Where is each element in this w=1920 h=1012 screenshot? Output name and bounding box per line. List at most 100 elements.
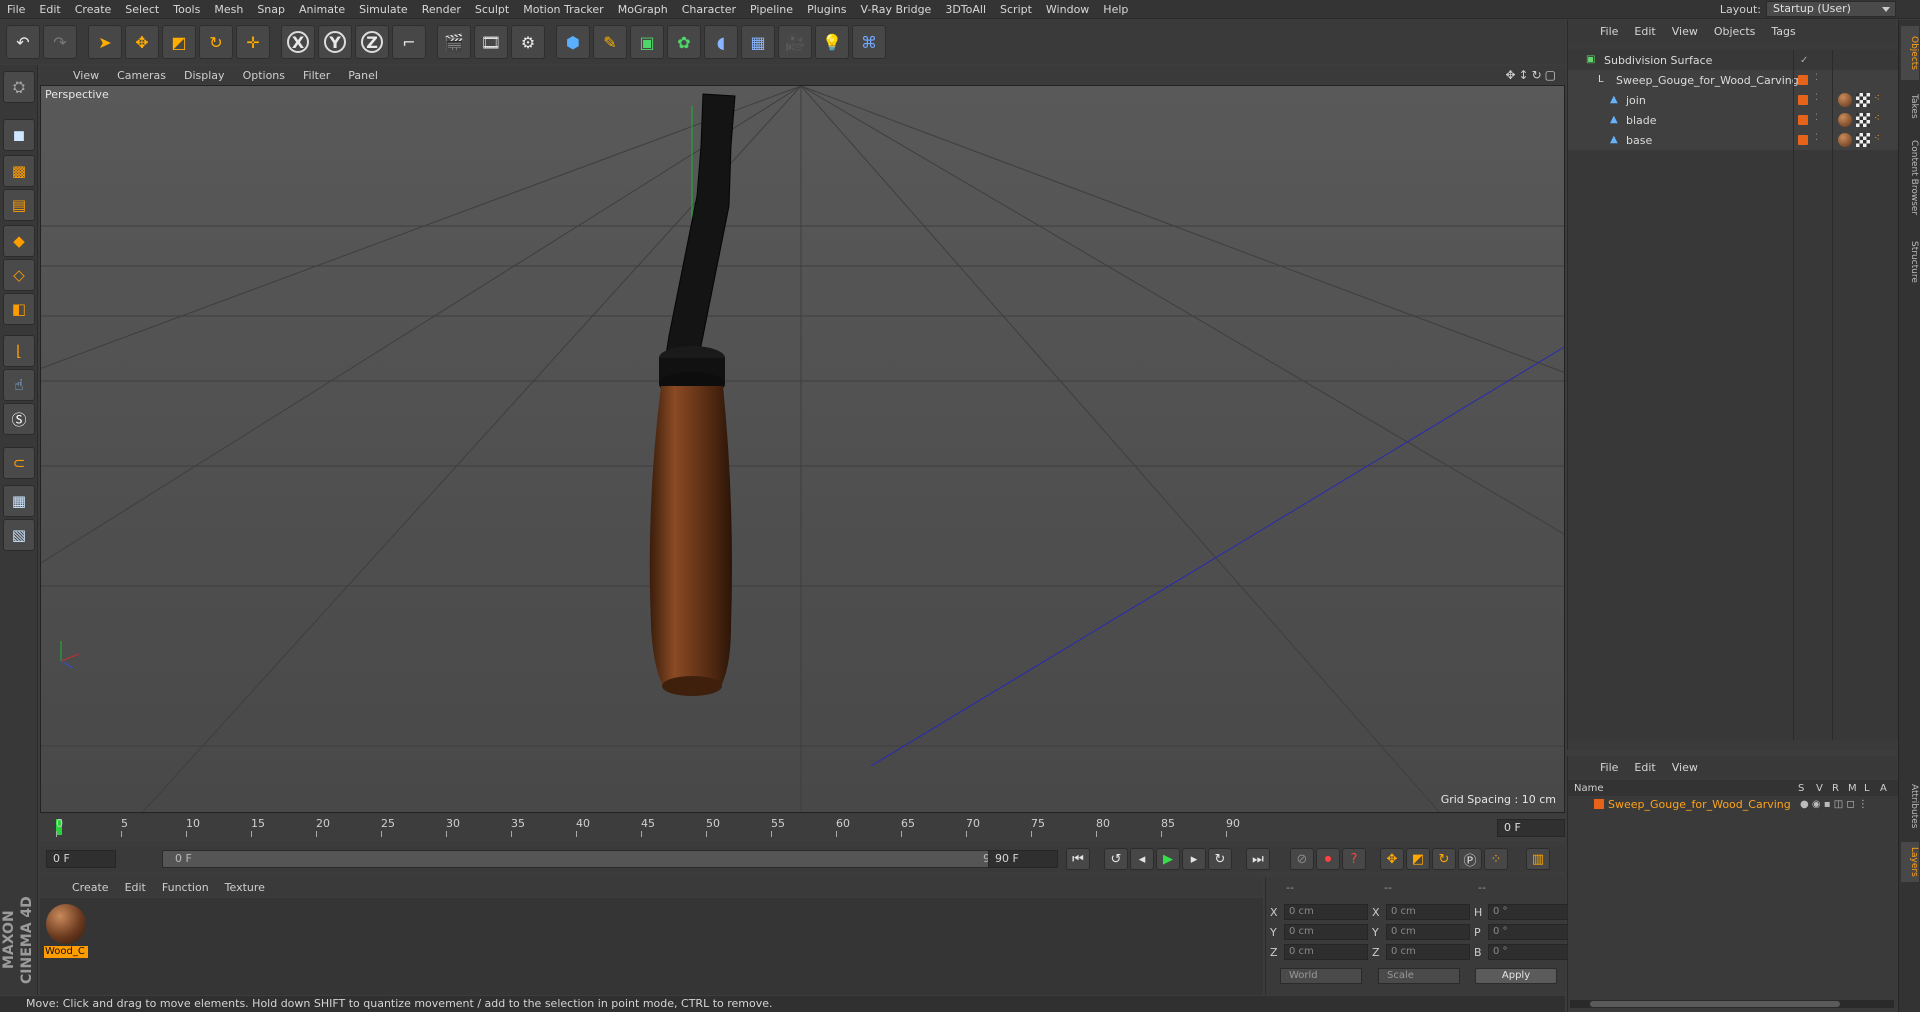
key-param-icon[interactable]: Ⓟ bbox=[1458, 848, 1482, 870]
layer-color-icon[interactable] bbox=[1594, 799, 1604, 809]
points-mode-icon[interactable]: ◆ bbox=[3, 225, 35, 257]
magnet-icon[interactable]: ⊂ bbox=[3, 447, 35, 479]
key-pla-icon[interactable]: ⁘ bbox=[1484, 848, 1508, 870]
visibility-dots-icon[interactable]: ⁚ bbox=[1815, 73, 1818, 83]
key-rotation-icon[interactable]: ↻ bbox=[1432, 848, 1456, 870]
pos-y-field[interactable]: 0 cm bbox=[1284, 924, 1368, 940]
rot-b-field[interactable]: 0 ° bbox=[1488, 944, 1572, 960]
goto-start-icon[interactable]: ⏮ bbox=[1066, 848, 1090, 870]
menu-script[interactable]: Script bbox=[993, 3, 1039, 16]
object-row[interactable]: ▲ blade ⁚ ⁖ bbox=[1568, 110, 1898, 130]
menu-create[interactable]: Create bbox=[68, 3, 119, 16]
menu-3dtoall[interactable]: 3DToAll bbox=[938, 3, 993, 16]
python-icon[interactable]: ⌘ bbox=[852, 25, 886, 59]
light-icon[interactable]: 💡 bbox=[815, 25, 849, 59]
record-keys-icon[interactable]: ⊘ bbox=[1290, 848, 1314, 870]
menu-window[interactable]: Window bbox=[1039, 3, 1096, 16]
menu-select[interactable]: Select bbox=[118, 3, 166, 16]
layer-menu-edit[interactable]: Edit bbox=[1626, 761, 1663, 774]
tab-objects[interactable]: Objects bbox=[1901, 26, 1919, 80]
layer-color-icon[interactable] bbox=[1798, 115, 1808, 125]
menu-simulate[interactable]: Simulate bbox=[352, 3, 415, 16]
coord-space-dropdown[interactable]: World bbox=[1280, 968, 1362, 984]
goto-end-icon[interactable]: ⏭ bbox=[1246, 848, 1270, 870]
menu-vray-bridge[interactable]: V-Ray Bridge bbox=[853, 3, 938, 16]
floor-icon[interactable]: ▦ bbox=[741, 25, 775, 59]
menu-mograph[interactable]: MoGraph bbox=[611, 3, 675, 16]
material-tag-icon[interactable] bbox=[1838, 93, 1852, 107]
pen-icon[interactable]: ✎ bbox=[593, 25, 627, 59]
viewport-nav-icons[interactable]: ✥↕↻▢ bbox=[1505, 68, 1559, 82]
vp-menu-display[interactable]: Display bbox=[175, 69, 234, 82]
key-scale-icon[interactable]: ◩ bbox=[1406, 848, 1430, 870]
frame-range-slider[interactable]: 0 F 90 F bbox=[162, 850, 1022, 868]
rotate-icon[interactable]: ↻ bbox=[199, 25, 233, 59]
tab-attributes[interactable]: Attributes bbox=[1901, 776, 1919, 836]
redo-icon[interactable]: ↷ bbox=[43, 25, 77, 59]
make-editable-icon[interactable]: ⛭ bbox=[3, 71, 35, 103]
cloner-icon[interactable]: ✿ bbox=[667, 25, 701, 59]
menu-motion-tracker[interactable]: Motion Tracker bbox=[516, 3, 610, 16]
loop-forward-icon[interactable]: ↻ bbox=[1208, 848, 1232, 870]
y-axis-icon[interactable]: Y bbox=[318, 25, 352, 59]
vp-menu-filter[interactable]: Filter bbox=[294, 69, 339, 82]
obj-menu-edit[interactable]: Edit bbox=[1626, 25, 1663, 38]
pos-x-field[interactable]: 0 cm bbox=[1284, 904, 1368, 920]
material-swatch[interactable]: Wood_C bbox=[44, 902, 88, 958]
coord-mode-dropdown[interactable]: Scale bbox=[1378, 968, 1460, 984]
tweak-mode-icon[interactable]: ☝ bbox=[3, 369, 35, 401]
transform-icon[interactable]: ✛ bbox=[236, 25, 270, 59]
layer-color-icon[interactable] bbox=[1798, 75, 1808, 85]
obj-menu-objects[interactable]: Objects bbox=[1706, 25, 1764, 38]
enabled-check-icon[interactable]: ✓ bbox=[1800, 55, 1808, 66]
snap-icon[interactable]: Ⓢ bbox=[3, 403, 35, 435]
key-help-icon[interactable]: ? bbox=[1342, 848, 1366, 870]
axis-mode-icon[interactable]: ⌊ bbox=[3, 335, 35, 367]
render-picture-icon[interactable]: 🎞 bbox=[474, 25, 508, 59]
select-arrow-icon[interactable]: ➤ bbox=[88, 25, 122, 59]
grid-lock-icon[interactable]: ▦ bbox=[3, 485, 35, 517]
model-mode-icon[interactable]: ◼ bbox=[3, 119, 35, 151]
size-x-field[interactable]: 0 cm bbox=[1386, 904, 1470, 920]
layer-menu-view[interactable]: View bbox=[1664, 761, 1706, 774]
vp-menu-cameras[interactable]: Cameras bbox=[108, 69, 175, 82]
object-row[interactable]: ▲ join ⁚ ⁖ bbox=[1568, 90, 1898, 110]
x-axis-icon[interactable]: X bbox=[281, 25, 315, 59]
cube-icon[interactable]: ⬢ bbox=[556, 25, 590, 59]
rot-h-field[interactable]: 0 ° bbox=[1488, 904, 1572, 920]
menu-mesh[interactable]: Mesh bbox=[207, 3, 250, 16]
end-frame-field[interactable]: 90 F bbox=[988, 850, 1058, 868]
menu-help[interactable]: Help bbox=[1096, 3, 1135, 16]
subdivision-icon[interactable]: ▣ bbox=[630, 25, 664, 59]
material-tag-icon[interactable] bbox=[1838, 133, 1852, 147]
viewport-perspective[interactable]: Perspective Grid Spacing : 10 cm bbox=[40, 85, 1565, 813]
menu-animate[interactable]: Animate bbox=[292, 3, 352, 16]
tab-takes[interactable]: Takes bbox=[1901, 86, 1919, 126]
obj-menu-view[interactable]: View bbox=[1664, 25, 1706, 38]
obj-menu-file[interactable]: File bbox=[1592, 25, 1626, 38]
scale-icon[interactable]: ◩ bbox=[162, 25, 196, 59]
layer-flags-icon[interactable]: ● ◉ ▪ ◫ ◻ ⋮ bbox=[1800, 799, 1868, 810]
auto-key-icon[interactable]: ⏺ bbox=[1316, 848, 1340, 870]
layout-dropdown[interactable]: Startup (User) bbox=[1766, 1, 1896, 17]
tab-layers[interactable]: Layers bbox=[1901, 842, 1919, 882]
timeline-ruler[interactable]: 0 5 10 15 20 25 30 35 40 45 50 55 60 65 … bbox=[40, 815, 1565, 841]
obj-menu-tags[interactable]: Tags bbox=[1763, 25, 1803, 38]
workplane-icon[interactable]: ▤ bbox=[3, 189, 35, 221]
layer-scrollbar[interactable] bbox=[1570, 1000, 1894, 1008]
timeline-window-icon[interactable]: ▥ bbox=[1526, 848, 1550, 870]
phong-tag-icon[interactable]: ⁖ bbox=[1874, 93, 1882, 107]
render-view-icon[interactable]: 🎬 bbox=[437, 25, 471, 59]
layer-color-icon[interactable] bbox=[1798, 135, 1808, 145]
menu-file[interactable]: File bbox=[0, 3, 32, 16]
layer-row[interactable]: Sweep_Gouge_for_Wood_Carving ● ◉ ▪ ◫ ◻ ⋮ bbox=[1568, 796, 1898, 812]
layer-color-icon[interactable] bbox=[1798, 95, 1808, 105]
grid-snap-icon[interactable]: ▧ bbox=[3, 519, 35, 551]
apply-button[interactable]: Apply bbox=[1475, 968, 1557, 984]
tab-content-browser[interactable]: Content Browser bbox=[1901, 130, 1919, 226]
timeline-frame-field[interactable]: 0 F bbox=[1497, 819, 1565, 837]
uvw-tag-icon[interactable] bbox=[1856, 133, 1870, 147]
menu-pipeline[interactable]: Pipeline bbox=[743, 3, 800, 16]
polygons-mode-icon[interactable]: ◧ bbox=[3, 293, 35, 325]
phong-tag-icon[interactable]: ⁖ bbox=[1874, 113, 1882, 127]
